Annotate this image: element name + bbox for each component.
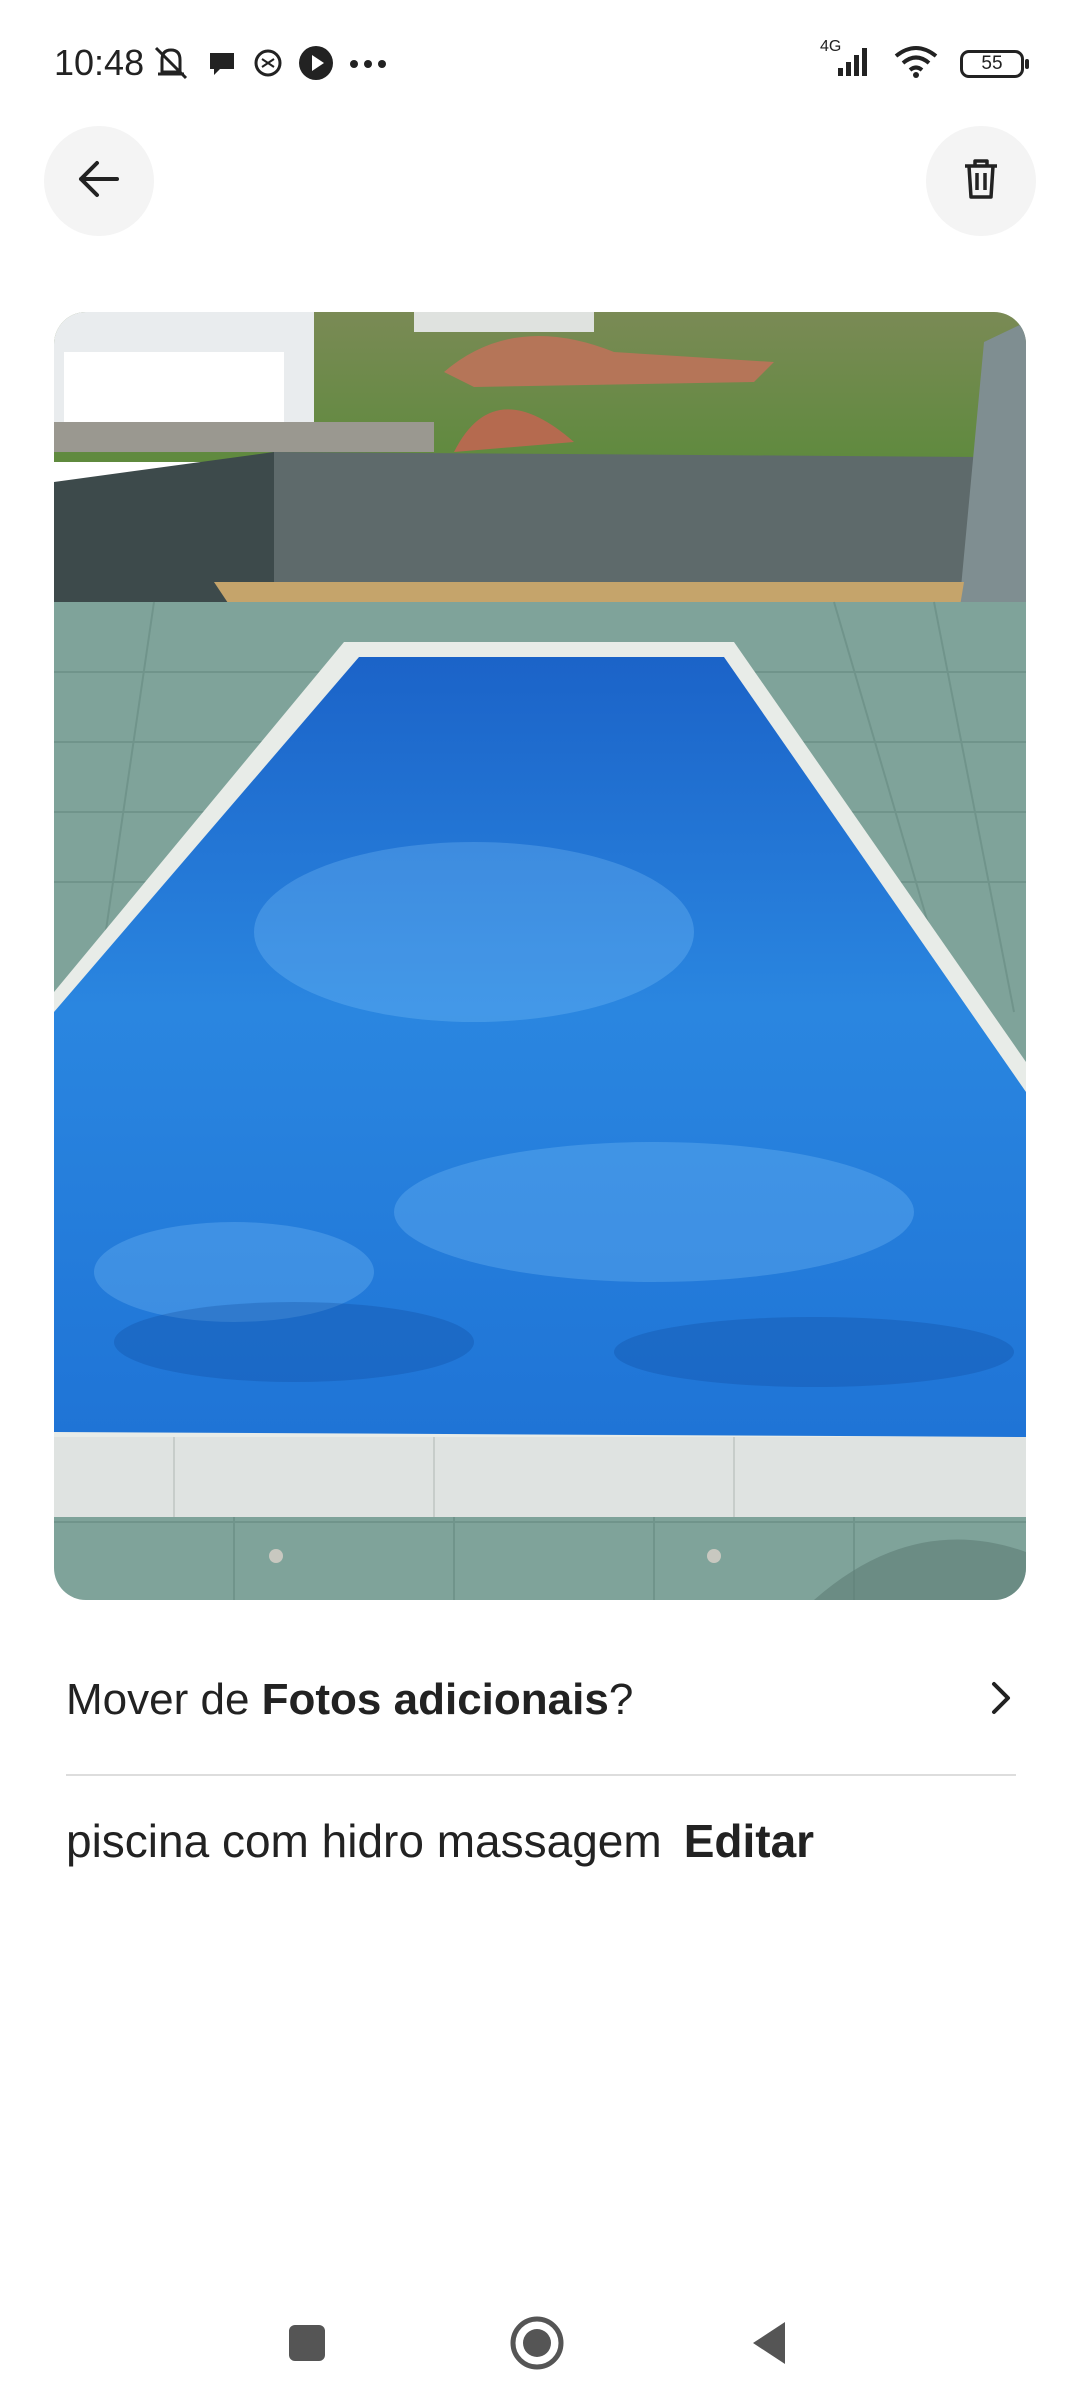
delete-photo-button[interactable] [926,126,1036,236]
listing-photo[interactable] [54,312,1026,1600]
move-from-album-text: Mover de Fotos adicionais? [66,1675,633,1725]
divider [66,1774,1016,1776]
edit-caption-button[interactable]: Editar [684,1814,814,1868]
cellular-signal-icon: 4G [820,38,872,83]
play-icon [298,45,334,86]
notification-icons [150,44,388,87]
recents-button[interactable] [274,2312,340,2378]
back-button[interactable] [44,126,154,236]
system-icons: 4G 55 [820,38,1029,83]
photo-caption: piscina com hidro massagem [66,1815,662,1867]
move-prefix: Mover de [66,1675,262,1724]
more-dots-icon [348,57,388,75]
system-nav-bar [0,2290,1080,2400]
wifi-icon [894,44,938,83]
pool-photo-illustration [54,312,1026,1600]
status-time: 10:48 [54,42,145,83]
chat-bubble-icon [206,47,238,84]
mute-bell-icon [150,44,192,87]
trash-icon [961,157,1001,206]
back-triangle-icon [749,2320,789,2371]
battery-level: 55 [981,52,1003,74]
network-type: 4G [820,38,842,55]
move-suffix: ? [608,1675,634,1724]
album-name: Fotos adicionais [261,1675,609,1724]
move-from-album-row[interactable]: Mover de Fotos adicionais? [66,1640,1016,1760]
chevron-right-icon [986,1678,1016,1723]
app-icon [252,47,284,84]
recents-square-icon [287,2323,327,2368]
home-circle-icon [509,2315,565,2376]
battery-icon: 55 [960,49,1029,78]
back-nav-button[interactable] [736,2312,802,2378]
status-bar: 10:48 4G 55 [0,0,1080,130]
arrow-left-icon [77,159,121,204]
caption-row: piscina com hidro massagem Editar [66,1814,814,1868]
home-button[interactable] [504,2312,570,2378]
